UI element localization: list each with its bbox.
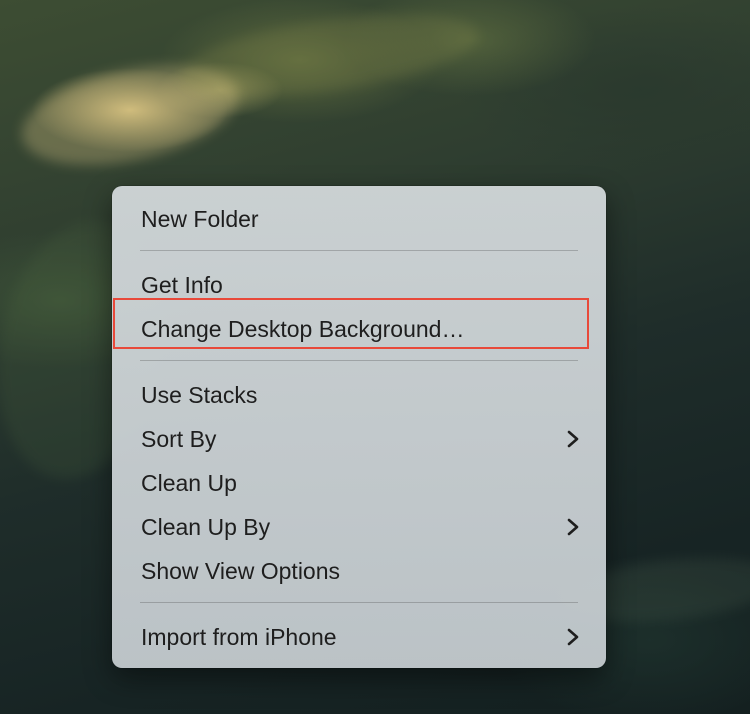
menu-item-label: Clean Up By [141, 513, 271, 540]
menu-item-sort-by[interactable]: Sort By [112, 420, 606, 458]
menu-separator [140, 360, 578, 361]
menu-item-label: Get Info [141, 271, 223, 298]
menu-item-use-stacks[interactable]: Use Stacks [112, 376, 606, 414]
menu-item-label: Show View Options [141, 557, 341, 584]
menu-item-label: Clean Up [141, 469, 237, 496]
menu-item-label: Use Stacks [141, 381, 258, 408]
desktop-context-menu: New Folder Get Info Change Desktop Backg… [112, 186, 606, 668]
menu-item-label: Sort By [141, 425, 217, 452]
desktop-background[interactable]: New Folder Get Info Change Desktop Backg… [0, 0, 750, 714]
chevron-right-icon [567, 628, 579, 646]
menu-item-clean-up[interactable]: Clean Up [112, 464, 606, 502]
menu-item-show-view-options[interactable]: Show View Options [112, 552, 606, 590]
menu-separator [140, 250, 578, 251]
menu-item-import-from-iphone[interactable]: Import from iPhone [112, 618, 606, 656]
menu-item-label: Import from iPhone [141, 623, 337, 650]
menu-item-clean-up-by[interactable]: Clean Up By [112, 508, 606, 546]
menu-item-label: New Folder [141, 205, 259, 232]
chevron-right-icon [567, 518, 579, 536]
menu-item-new-folder[interactable]: New Folder [112, 200, 606, 238]
chevron-right-icon [567, 430, 579, 448]
menu-item-get-info[interactable]: Get Info [112, 266, 606, 304]
menu-item-label: Change Desktop Background… [141, 315, 465, 342]
menu-separator [140, 602, 578, 603]
menu-item-change-desktop-background[interactable]: Change Desktop Background… [112, 310, 606, 348]
